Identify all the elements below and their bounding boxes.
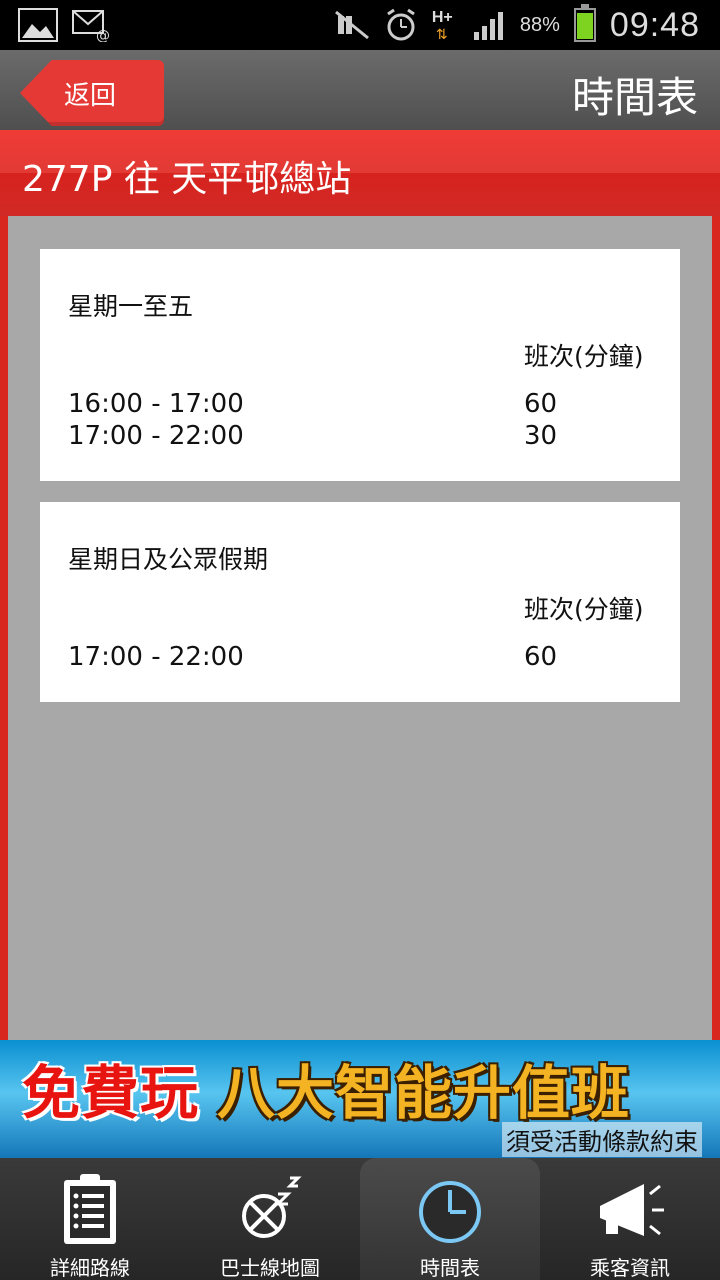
nav-label: 詳細路線 <box>50 1256 130 1280</box>
route-title: 277P 往 天平邨總站 <box>22 159 352 200</box>
app-header: 返回 時間表 <box>0 50 720 130</box>
schedule-list: 星期一至五 班次(分鐘) 16:00 - 17:00 60 17:00 - 22… <box>8 216 712 1040</box>
picture-icon <box>18 8 58 42</box>
time-range: 17:00 - 22:00 <box>68 421 244 451</box>
network-type: H+ <box>431 9 453 26</box>
ad-banner-subtext: 須受活動條款約束 <box>502 1122 702 1157</box>
schedule-panel: 星期一至五 班次(分鐘) 16:00 - 17:00 60 17:00 - 22… <box>0 216 720 1040</box>
page-title: 時間表 <box>571 73 698 122</box>
time-range: 17:00 - 22:00 <box>68 642 244 672</box>
frequency-header: 班次(分鐘) <box>524 342 644 371</box>
email-icon: @ <box>72 10 110 42</box>
frequency-value: 60 <box>524 389 558 419</box>
nav-label: 乘客資訊 <box>590 1256 670 1280</box>
status-bar: @ H+ ⇅ 88% 09:48 <box>0 0 720 50</box>
frequency-header: 班次(分鐘) <box>524 595 644 624</box>
alarm-icon <box>387 8 415 41</box>
map-icon <box>242 1176 302 1238</box>
ad-banner-gold-text: 八大智能升值班 <box>217 1059 631 1127</box>
nav-passenger-info[interactable]: 乘客資訊 <box>540 1158 720 1280</box>
frequency-value: 30 <box>524 421 558 451</box>
svg-text:@: @ <box>96 28 110 42</box>
megaphone-icon <box>600 1184 664 1236</box>
back-button[interactable]: 返回 <box>20 60 164 126</box>
schedule-row: 17:00 - 22:00 30 <box>68 421 668 455</box>
nav-route-details[interactable]: 詳細路線 <box>0 1158 180 1280</box>
schedule-day-label: 星期日及公眾假期 <box>68 545 269 574</box>
time-range: 16:00 - 17:00 <box>68 389 244 419</box>
hplus-icon: H+ ⇅ <box>431 9 453 43</box>
back-button-label: 返回 <box>64 81 117 111</box>
schedule-card-holiday: 星期日及公眾假期 班次(分鐘) 17:00 - 22:00 60 <box>40 502 680 702</box>
route-bar: 277P 往 天平邨總站 <box>0 130 720 216</box>
ad-banner-red-text: 免費玩 <box>22 1059 200 1127</box>
battery-percent: 88% <box>519 13 560 36</box>
nav-label: 時間表 <box>420 1256 480 1280</box>
bottom-nav: 詳細路線 巴士線地圖 時間表 乘客資訊 <box>0 1158 720 1280</box>
schedule-row: 17:00 - 22:00 60 <box>68 642 668 676</box>
ad-banner[interactable]: 免費玩 八大智能升值班 須受活動條款約束 <box>0 1040 720 1158</box>
nav-label: 巴士線地圖 <box>220 1256 320 1280</box>
battery-icon <box>573 4 596 42</box>
nav-bus-map[interactable]: 巴士線地圖 <box>180 1158 360 1280</box>
schedule-row: 16:00 - 17:00 60 <box>68 389 668 423</box>
clock-icon <box>419 1181 481 1243</box>
status-time: 09:48 <box>609 5 700 44</box>
frequency-value: 60 <box>524 642 558 672</box>
nav-timetable[interactable]: 時間表 <box>360 1158 540 1280</box>
signal-icon <box>473 12 503 40</box>
mute-icon <box>334 10 369 40</box>
clipboard-icon <box>64 1174 116 1244</box>
schedule-day-label: 星期一至五 <box>68 292 194 321</box>
schedule-card-weekday: 星期一至五 班次(分鐘) 16:00 - 17:00 60 17:00 - 22… <box>40 249 680 481</box>
ad-banner-headline: 免費玩 八大智能升值班 <box>22 1046 630 1130</box>
